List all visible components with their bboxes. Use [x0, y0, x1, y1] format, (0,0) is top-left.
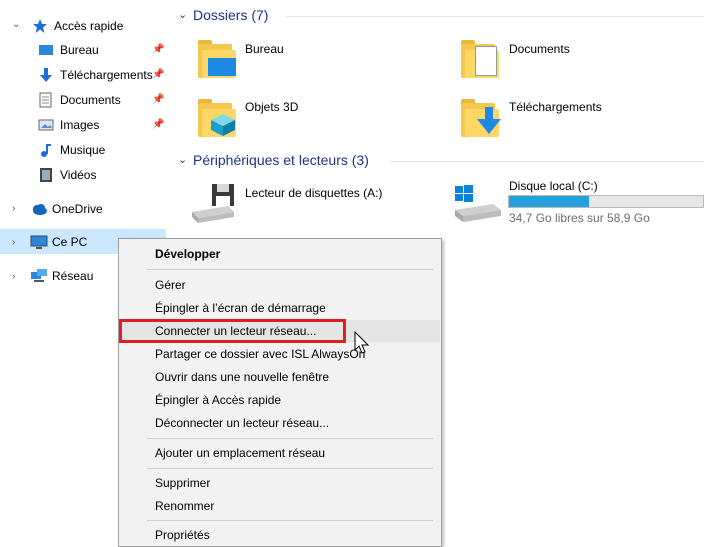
menu-item-add-network-location[interactable]: Ajouter un emplacement réseau: [155, 446, 325, 460]
section-divider: [390, 161, 704, 162]
folder-documents-icon[interactable]: [461, 38, 501, 78]
nav-label: Musique: [60, 143, 106, 157]
pin-icon[interactable]: 📌: [152, 94, 164, 105]
floppy-drive-icon[interactable]: [190, 182, 236, 224]
nav-item-this-pc[interactable]: Ce PC: [30, 231, 87, 253]
menu-separator: [147, 438, 433, 439]
computer-icon: [30, 234, 48, 250]
nav-label: Réseau: [52, 269, 94, 283]
folder-label[interactable]: Bureau: [245, 42, 284, 56]
nav-label: Téléchargements: [60, 68, 153, 82]
menu-item-disconnect-network-drive[interactable]: Déconnecter un lecteur réseau...: [155, 416, 329, 430]
nav-label: Accès rapide: [54, 19, 124, 33]
menu-item-delete[interactable]: Supprimer: [155, 476, 210, 490]
chevron-down-icon[interactable]: ⌄: [12, 19, 20, 30]
nav-label: Vidéos: [60, 168, 97, 182]
download-arrow-icon: [38, 67, 54, 83]
nav-item-desktop[interactable]: Bureau: [38, 39, 99, 61]
nav-label: Ce PC: [52, 235, 88, 249]
nav-label: Bureau: [60, 43, 99, 57]
chevron-right-icon[interactable]: ›: [12, 237, 15, 248]
menu-separator: [147, 269, 433, 270]
menu-separator: [147, 520, 433, 521]
nav-item-documents[interactable]: Documents: [38, 89, 121, 111]
nav-item-onedrive[interactable]: OneDrive: [30, 198, 103, 220]
nav-item-quick-access[interactable]: Accès rapide: [32, 15, 123, 37]
section-header-devices[interactable]: Périphériques et lecteurs (3): [193, 152, 369, 168]
drive-usage-fill: [509, 196, 589, 207]
folder-desktop-icon[interactable]: [198, 38, 238, 78]
nav-item-pictures[interactable]: Images: [38, 114, 99, 136]
document-icon: [38, 92, 54, 108]
nav-item-music[interactable]: Musique: [38, 139, 105, 161]
chevron-down-icon[interactable]: ⌄: [178, 8, 187, 21]
star-icon: [32, 18, 48, 34]
music-note-icon: [38, 142, 54, 158]
menu-item-pin-quick-access[interactable]: Épingler à Accès rapide: [155, 393, 281, 407]
nav-item-downloads[interactable]: Téléchargements: [38, 64, 153, 86]
chevron-down-icon[interactable]: ⌄: [178, 153, 187, 166]
network-icon: [30, 268, 47, 284]
picture-icon: [38, 117, 54, 133]
folder-3d-objects-icon[interactable]: [198, 97, 238, 137]
mouse-cursor-icon: [354, 330, 370, 355]
menu-item-open-new-window[interactable]: Ouvrir dans une nouvelle fenêtre: [155, 370, 329, 384]
red-highlight-box: [119, 319, 346, 343]
local-disk-icon[interactable]: [453, 182, 503, 224]
drive-label[interactable]: Lecteur de disquettes (A:): [245, 186, 382, 200]
cloud-icon: [30, 201, 47, 217]
menu-item-properties[interactable]: Propriétés: [155, 528, 210, 542]
nav-item-network[interactable]: Réseau: [30, 265, 93, 287]
drive-free-space: 34,7 Go libres sur 58,9 Go: [509, 211, 650, 225]
chevron-right-icon[interactable]: ›: [12, 271, 15, 282]
pin-icon[interactable]: 📌: [152, 119, 164, 130]
menu-item-expand[interactable]: Développer: [155, 247, 220, 261]
section-header-folders[interactable]: Dossiers (7): [193, 7, 268, 23]
nav-label: Images: [60, 118, 100, 132]
pin-icon[interactable]: 📌: [152, 44, 164, 55]
nav-item-videos[interactable]: Vidéos: [38, 164, 96, 186]
desktop-icon: [38, 42, 54, 58]
menu-item-manage[interactable]: Gérer: [155, 278, 186, 292]
section-divider: [286, 16, 704, 17]
folder-label[interactable]: Téléchargements: [509, 100, 602, 114]
menu-item-rename[interactable]: Renommer: [155, 499, 214, 513]
menu-item-pin-start[interactable]: Épingler à l’écran de démarrage: [155, 301, 326, 315]
folder-label[interactable]: Documents: [509, 42, 570, 56]
menu-separator: [147, 468, 433, 469]
pin-icon[interactable]: 📌: [152, 69, 164, 80]
folder-label[interactable]: Objets 3D: [245, 100, 298, 114]
menu-item-share-isl[interactable]: Partager ce dossier avec ISL AlwaysOn: [155, 347, 365, 361]
drive-label[interactable]: Disque local (C:): [509, 179, 598, 193]
nav-label: Documents: [60, 93, 121, 107]
chevron-right-icon[interactable]: ›: [12, 203, 15, 214]
drive-usage-bar: [508, 195, 704, 208]
nav-label: OneDrive: [52, 202, 103, 216]
folder-downloads-icon[interactable]: [461, 97, 501, 137]
film-icon: [38, 167, 54, 183]
